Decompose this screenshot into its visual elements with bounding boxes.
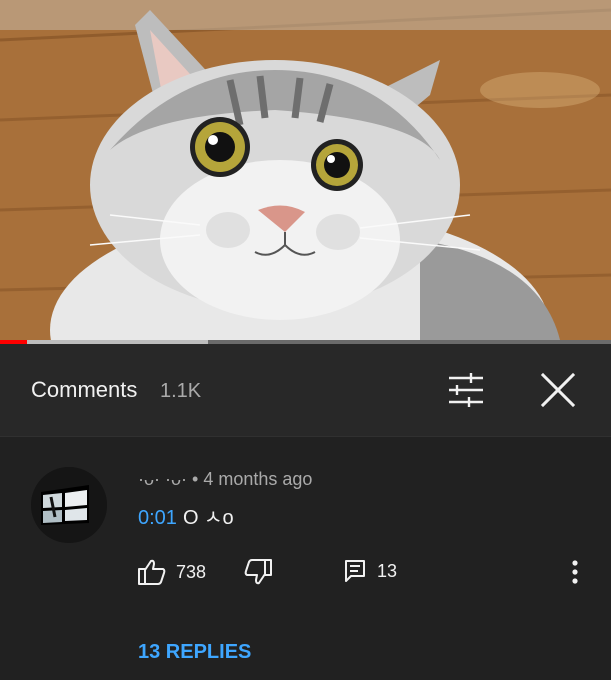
comments-header: Comments 1.1K	[0, 344, 611, 437]
reply-button[interactable]: 13	[343, 559, 397, 583]
comments-count: 1.1K	[160, 380, 202, 402]
dislike-button[interactable]	[244, 559, 272, 585]
comments-title: Comments	[31, 377, 138, 402]
comment-text: O ㅅo	[182, 507, 234, 529]
thumbs-up-icon	[138, 559, 166, 585]
video-frame-cat	[0, 0, 611, 340]
view-replies-link[interactable]: 13 REPLIES	[138, 641, 251, 664]
comment-meta: ·ᴗ· ·ᴗ· • 4 months ago	[138, 469, 312, 490]
window-picture	[31, 467, 107, 543]
timestamp-link[interactable]: 0:01	[138, 507, 177, 529]
comment-body: 0:01 O ㅅo	[138, 501, 234, 530]
video-player[interactable]	[0, 0, 611, 340]
thumbs-down-icon	[244, 559, 272, 585]
more-options-button[interactable]	[570, 559, 580, 585]
close-icon[interactable]	[540, 372, 576, 408]
avatar[interactable]	[31, 467, 107, 543]
like-count: 738	[176, 561, 207, 582]
comment-actions: 738 13	[0, 559, 611, 589]
sort-filter-icon[interactable]	[447, 373, 485, 407]
comment-author[interactable]: ·ᴗ· ·ᴗ·	[138, 469, 187, 489]
like-button[interactable]: 738	[138, 559, 206, 585]
meta-separator: •	[192, 469, 199, 489]
comment-time: 4 months ago	[203, 469, 313, 489]
comment-thread: ·ᴗ· ·ᴗ· • 4 months ago 0:01 O ㅅo 738 13 …	[0, 437, 611, 680]
more-vertical-icon	[572, 560, 578, 584]
reply-count: 13	[377, 560, 398, 581]
reply-icon	[345, 560, 365, 582]
